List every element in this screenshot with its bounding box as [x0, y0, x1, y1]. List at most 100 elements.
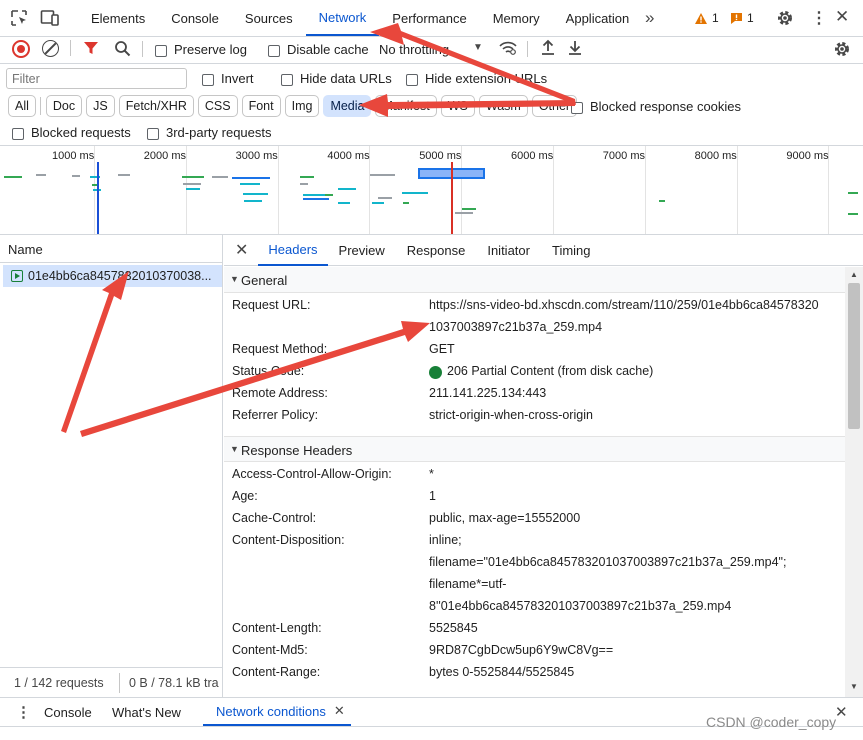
- scroll-up-icon[interactable]: ▲: [850, 270, 858, 279]
- clear-icon[interactable]: [42, 40, 59, 57]
- warning-counter[interactable]: 1: [694, 11, 719, 25]
- headers-content: ▼ General Request URL: https://sns-video-bd…: [224, 267, 845, 697]
- settings-gear-icon[interactable]: [776, 9, 794, 27]
- filter-icon[interactable]: [83, 40, 99, 59]
- drawer-menu-icon[interactable]: ⋮: [16, 703, 31, 721]
- record-icon[interactable]: [12, 40, 30, 58]
- issue-counter[interactable]: 1: [730, 11, 754, 25]
- name-column-header[interactable]: Name: [0, 235, 222, 263]
- resource-type-filter-row: All Doc JS Fetch/XHR CSS Font Img Media …: [0, 94, 863, 118]
- timeline-request-mark: [338, 202, 350, 204]
- timeline-request-mark: [303, 198, 329, 200]
- throttling-chevron-down-icon: ▼: [473, 42, 483, 53]
- response-headers-section-title: Response Headers: [241, 443, 353, 458]
- header-value: https://sns-video-bd.xhscdn.com/stream/1…: [429, 298, 819, 312]
- details-scrollbar[interactable]: ▲ ▼: [845, 267, 863, 697]
- tab-application[interactable]: Application: [553, 0, 643, 36]
- scrollbar-thumb[interactable]: [848, 283, 860, 429]
- header-name: Age:: [232, 489, 258, 503]
- timeline-request-mark: [186, 188, 200, 190]
- preserve-log-checkbox[interactable]: Preserve log: [155, 42, 247, 57]
- timeline-tick-label: 3000 ms: [235, 150, 278, 162]
- timeline-request-mark: [36, 174, 46, 176]
- tab-headers[interactable]: Headers: [258, 235, 328, 266]
- device-toolbar-icon[interactable]: [40, 9, 60, 27]
- inspect-element-icon[interactable]: [10, 9, 28, 27]
- tab-timing[interactable]: Timing: [541, 235, 602, 266]
- general-section-title: General: [241, 273, 288, 288]
- chip-wasm[interactable]: Wasm: [478, 95, 528, 117]
- blocked-requests-checkbox[interactable]: Blocked requests: [12, 125, 131, 140]
- tab-network[interactable]: Network: [305, 0, 380, 36]
- close-devtools-icon[interactable]: ✕: [835, 7, 849, 27]
- network-settings-gear-icon[interactable]: [833, 40, 851, 61]
- drawer-tab-console[interactable]: Console: [31, 698, 105, 726]
- scroll-down-icon[interactable]: ▼: [850, 682, 858, 691]
- close-details-icon[interactable]: ✕: [235, 240, 248, 260]
- tab-memory[interactable]: Memory: [480, 0, 553, 36]
- header-value: bytes 0-5525844/5525845: [429, 665, 575, 679]
- chip-img[interactable]: Img: [284, 95, 320, 117]
- more-options-icon[interactable]: ⋮: [811, 8, 827, 28]
- blocked-response-cookies-label: Blocked response cookies: [590, 99, 742, 114]
- tab-initiator[interactable]: Initiator: [476, 235, 541, 266]
- request-row[interactable]: 01e4bb6ca8457832010370038...: [3, 265, 222, 287]
- drawer-tab-whats-new[interactable]: What's New: [99, 698, 194, 726]
- timeline-request-mark: [455, 212, 473, 214]
- timeline-request-mark: [232, 177, 262, 179]
- timeline-request-mark: [72, 175, 80, 177]
- response-headers-section-header[interactable]: ▼ Response Headers: [224, 436, 845, 462]
- overview-timeline[interactable]: 1000 ms 2000 ms 3000 ms 4000 ms 5000 ms 6000 …: [0, 146, 863, 234]
- export-har-download-icon[interactable]: [567, 39, 583, 59]
- timeline-request-mark: [212, 176, 228, 178]
- general-section-header[interactable]: ▼ General: [224, 267, 845, 293]
- chip-media[interactable]: Media: [323, 95, 372, 117]
- tab-console[interactable]: Console: [158, 0, 232, 36]
- hide-extension-urls-checkbox[interactable]: Hide extension URLs: [406, 71, 547, 86]
- tab-performance[interactable]: Performance: [379, 0, 479, 36]
- chip-manifest[interactable]: Manifest: [375, 95, 437, 117]
- header-value: 8''01e4bb6ca845783201037003897c21b37a_25…: [429, 599, 732, 613]
- status-success-dot-icon: [429, 366, 442, 379]
- more-tabs-icon[interactable]: »: [645, 8, 654, 28]
- timeline-request-mark: [118, 174, 130, 176]
- header-value: GET: [429, 342, 455, 356]
- timeline-tick-label: 9000 ms: [786, 150, 829, 162]
- tab-sources[interactable]: Sources: [232, 0, 306, 36]
- timeline-gridline: [553, 146, 554, 234]
- disable-cache-checkbox[interactable]: Disable cache: [268, 42, 369, 57]
- request-list-panel: Name 01e4bb6ca8457832010370038... 1 / 14…: [0, 235, 223, 697]
- hide-data-urls-checkbox[interactable]: Hide data URLs: [281, 71, 392, 86]
- expand-triangle-icon: ▼: [230, 274, 239, 284]
- tab-preview[interactable]: Preview: [328, 235, 396, 266]
- close-drawer-tab-icon[interactable]: ✕: [334, 703, 345, 719]
- search-icon[interactable]: [114, 40, 131, 60]
- chip-js[interactable]: JS: [86, 95, 115, 117]
- timeline-tick-label: 2000 ms: [143, 150, 186, 162]
- import-har-upload-icon[interactable]: [540, 39, 556, 59]
- chip-fetch-xhr[interactable]: Fetch/XHR: [118, 95, 194, 117]
- drawer-tab-network-conditions[interactable]: Network conditions ✕: [203, 698, 351, 726]
- chip-font[interactable]: Font: [241, 95, 281, 117]
- filter-input[interactable]: [6, 68, 187, 89]
- third-party-requests-checkbox[interactable]: 3rd-party requests: [147, 125, 272, 140]
- timeline-request-mark: [402, 192, 428, 194]
- timeline-tick-label: 5000 ms: [419, 150, 462, 162]
- network-conditions-wifi-icon[interactable]: [498, 40, 518, 59]
- throttling-select[interactable]: No throttling ▼: [379, 42, 483, 57]
- tab-response[interactable]: Response: [396, 235, 477, 266]
- throttling-value: No throttling: [379, 42, 450, 57]
- chip-doc[interactable]: Doc: [45, 95, 83, 117]
- timeline-request-mark: [244, 200, 262, 202]
- hide-extension-urls-label: Hide extension URLs: [425, 71, 548, 86]
- media-file-icon: [11, 270, 23, 282]
- timeline-request-mark: [183, 183, 201, 185]
- tab-elements[interactable]: Elements: [78, 0, 158, 36]
- type-chips: All Doc JS Fetch/XHR CSS Font Img Media …: [8, 95, 581, 117]
- blocked-response-cookies-checkbox[interactable]: Blocked response cookies: [571, 99, 741, 114]
- chip-css[interactable]: CSS: [197, 95, 238, 117]
- invert-checkbox[interactable]: Invert: [202, 71, 254, 86]
- chip-ws[interactable]: WS: [440, 95, 475, 117]
- close-drawer-icon[interactable]: ✕: [835, 703, 848, 721]
- chip-all[interactable]: All: [8, 95, 36, 117]
